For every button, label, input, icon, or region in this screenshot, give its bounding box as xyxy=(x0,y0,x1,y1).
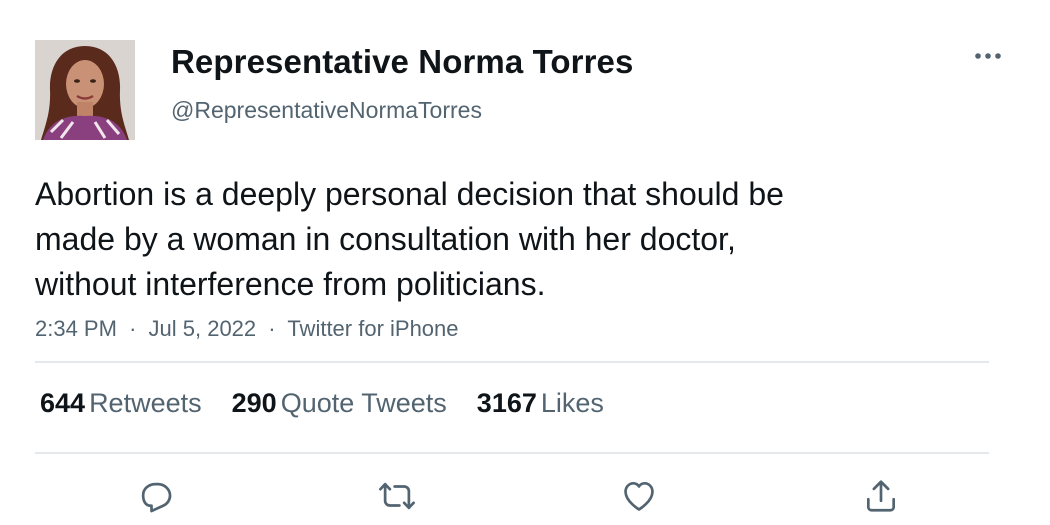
reply-icon xyxy=(141,482,172,513)
share-button[interactable] xyxy=(859,474,903,518)
tweet-text-line: made by a woman in consultation with her… xyxy=(35,221,736,257)
retweets-stat[interactable]: 644 Retweets xyxy=(40,388,202,419)
tweet-card: Representative Norma Torres @Representat… xyxy=(0,0,1050,525)
divider xyxy=(35,452,989,454)
separator-dot: · xyxy=(129,316,137,341)
retweets-count: 644 xyxy=(40,388,86,418)
tweet-metadata: 2:34 PM · Jul 5, 2022 · Twitter for iPho… xyxy=(35,316,459,342)
reply-button[interactable] xyxy=(133,474,177,518)
tweet-source[interactable]: Twitter for iPhone xyxy=(287,316,458,341)
retweet-icon xyxy=(379,482,415,510)
heart-icon xyxy=(624,481,654,511)
like-button[interactable] xyxy=(617,474,661,518)
divider xyxy=(35,361,989,363)
profile-photo-icon xyxy=(35,40,135,140)
tweet-text: Abortion is a deeply personal decision t… xyxy=(35,172,935,307)
separator-dot: · xyxy=(268,316,276,341)
quote-tweets-stat[interactable]: 290 Quote Tweets xyxy=(232,388,447,419)
more-options-icon[interactable] xyxy=(970,45,1006,67)
avatar[interactable] xyxy=(35,40,135,140)
share-icon xyxy=(866,480,896,512)
author-handle[interactable]: @RepresentativeNormaTorres xyxy=(171,97,482,124)
quote-tweets-label: Quote Tweets xyxy=(280,388,447,418)
quote-tweets-count: 290 xyxy=(231,388,277,418)
tweet-date[interactable]: Jul 5, 2022 xyxy=(149,316,257,341)
tweet-time[interactable]: 2:34 PM xyxy=(35,316,117,341)
retweet-button[interactable] xyxy=(375,474,419,518)
tweet-text-line: Abortion is a deeply personal decision t… xyxy=(35,176,784,212)
tweet-text-line: without interference from politicians. xyxy=(35,266,546,302)
likes-label: Likes xyxy=(540,388,604,418)
likes-count: 3167 xyxy=(476,388,537,418)
author-display-name[interactable]: Representative Norma Torres xyxy=(171,43,633,81)
likes-stat[interactable]: 3167 Likes xyxy=(477,388,604,419)
retweets-label: Retweets xyxy=(89,388,202,418)
engagement-stats: 644 Retweets 290 Quote Tweets 3167 Likes xyxy=(40,388,634,419)
